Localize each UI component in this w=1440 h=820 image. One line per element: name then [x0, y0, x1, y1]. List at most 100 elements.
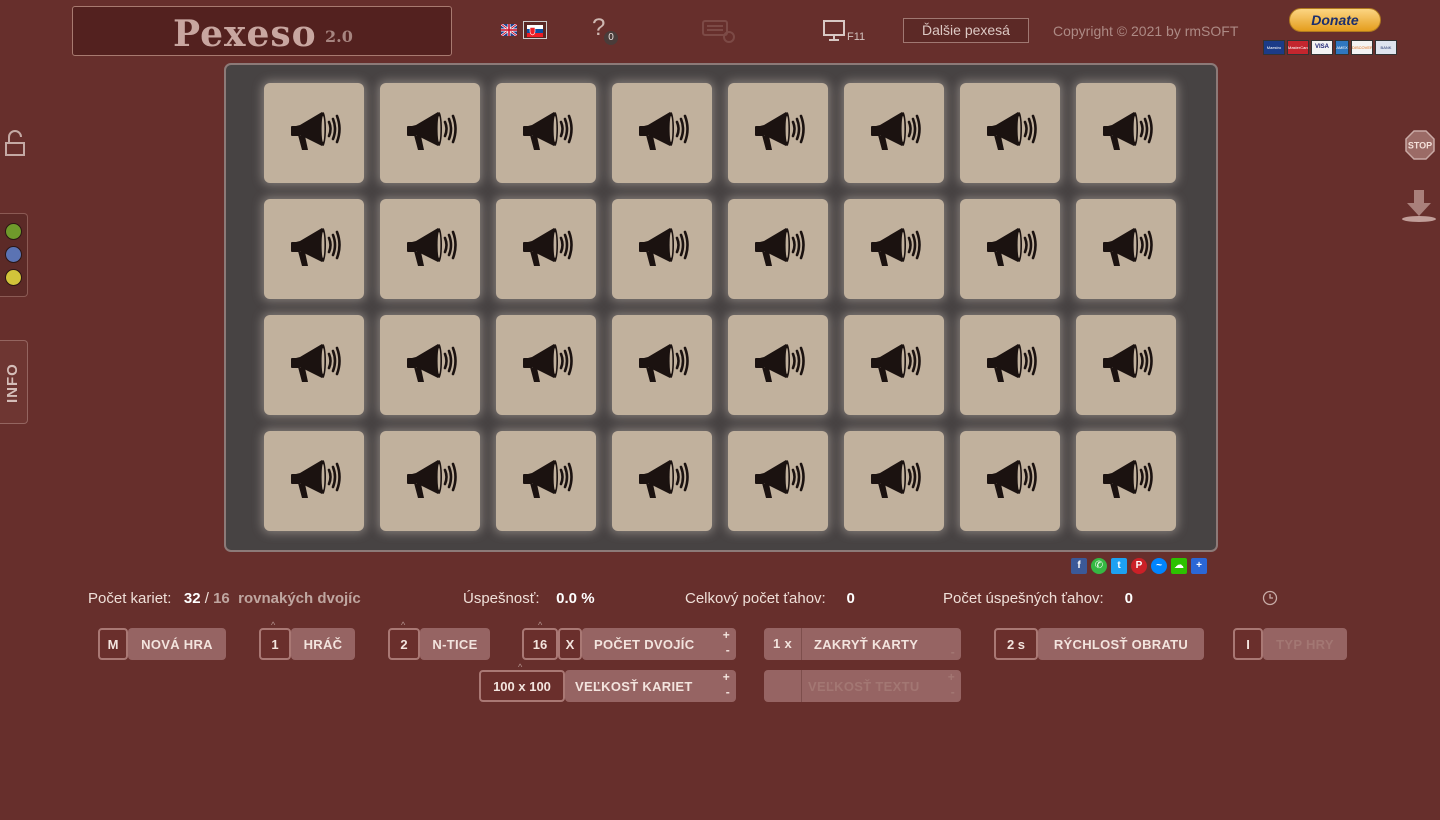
stop-icon[interactable]: STOP — [1405, 130, 1435, 165]
messenger-icon[interactable]: ~ — [1151, 558, 1167, 574]
text-size-button[interactable]: VEĽKOSŤ TEXTU + - — [764, 670, 961, 702]
discover-logo: DISCOVER — [1351, 40, 1373, 55]
lock-icon[interactable] — [4, 130, 26, 163]
player-key[interactable]: 1 — [259, 628, 291, 660]
text-size-plus[interactable]: + — [948, 671, 955, 683]
success-label: Úspešnosť: — [463, 590, 540, 607]
player-button[interactable]: HRÁČ — [291, 628, 355, 660]
card[interactable] — [960, 315, 1060, 415]
card[interactable] — [380, 431, 480, 531]
ntice-button[interactable]: N-TICE — [420, 628, 490, 660]
cover-cards-button[interactable]: 1 x ZAKRYŤ KARTY - — [764, 628, 961, 660]
card[interactable] — [960, 431, 1060, 531]
card[interactable] — [844, 83, 944, 183]
speed-key[interactable]: 2 s — [994, 628, 1038, 660]
fullscreen-key-label: F11 — [847, 31, 866, 43]
card[interactable] — [844, 199, 944, 299]
game-type-key[interactable]: I — [1233, 628, 1263, 660]
success-moves-label: Počet úspešných ťahov: — [943, 590, 1104, 607]
facebook-icon[interactable]: f — [1071, 558, 1087, 574]
card[interactable] — [264, 199, 364, 299]
player-color-green[interactable] — [5, 223, 22, 240]
card[interactable] — [380, 315, 480, 415]
text-size-label: VEĽKOSŤ TEXTU — [808, 678, 920, 694]
card[interactable] — [496, 83, 596, 183]
maestro-logo: Maestro — [1263, 40, 1285, 55]
card[interactable] — [1076, 199, 1176, 299]
pairs-minus[interactable]: - — [726, 644, 730, 656]
card[interactable] — [380, 199, 480, 299]
card[interactable] — [380, 83, 480, 183]
monitor-icon[interactable] — [823, 20, 845, 47]
info-tab[interactable]: INFO — [0, 340, 28, 424]
card[interactable] — [612, 431, 712, 531]
pairs-count-key[interactable]: 16 — [522, 628, 558, 660]
game-type-button[interactable]: TYP HRY — [1263, 628, 1347, 660]
info-tab-label: INFO — [4, 363, 21, 403]
card-size-key[interactable]: 100 x 100 — [479, 670, 565, 702]
new-game-button[interactable]: NOVÁ HRA — [128, 628, 226, 660]
english-flag-icon[interactable] — [500, 23, 518, 37]
slovak-flag-icon[interactable] — [523, 21, 547, 39]
download-icon[interactable] — [1400, 188, 1438, 229]
cards-label: Počet kariet: — [88, 590, 172, 607]
success-stat: Úspešnosť: 0.0 % — [463, 590, 595, 607]
card[interactable] — [728, 315, 828, 415]
pairs-value: 16 — [213, 590, 230, 607]
card[interactable] — [496, 199, 596, 299]
cards-value: 32 — [183, 590, 201, 607]
card[interactable] — [728, 431, 828, 531]
amex-logo: AMEX — [1335, 40, 1349, 55]
visa-logo: VISA — [1311, 40, 1333, 55]
card[interactable] — [728, 83, 828, 183]
card-size-plus[interactable]: + — [723, 671, 730, 683]
card[interactable] — [264, 83, 364, 183]
player-color-blue[interactable] — [5, 246, 22, 263]
cover-cards-key[interactable]: 1 x — [764, 628, 802, 660]
more-games-button[interactable]: Ďalšie pexesá — [903, 18, 1029, 43]
pairs-count-label: POČET DVOJÍC — [594, 636, 695, 652]
cover-cards-minus[interactable]: - — [951, 646, 955, 658]
pairs-label: rovnakých dvojíc — [238, 590, 361, 607]
success-moves-stat: Počet úspešných ťahov: 0 — [943, 590, 1133, 607]
card[interactable] — [1076, 431, 1176, 531]
card[interactable] — [844, 431, 944, 531]
cover-cards-label: ZAKRYŤ KARTY — [814, 636, 919, 652]
card[interactable] — [612, 315, 712, 415]
text-size-minus[interactable]: - — [951, 686, 955, 698]
app-version: 2.0 — [325, 27, 353, 46]
pairs-plus[interactable]: + — [723, 629, 730, 641]
text-size-key[interactable] — [764, 670, 802, 702]
success-value: 0.0 % — [556, 590, 595, 607]
pairs-count-button[interactable]: POČET DVOJÍC + - — [582, 628, 736, 660]
whatsapp-icon[interactable]: ✆ — [1091, 558, 1107, 574]
card[interactable] — [264, 431, 364, 531]
card[interactable] — [496, 431, 596, 531]
card[interactable] — [264, 315, 364, 415]
card[interactable] — [844, 315, 944, 415]
keyboard-icon[interactable] — [702, 18, 736, 49]
pinterest-icon[interactable]: P — [1131, 558, 1147, 574]
more-icon[interactable]: + — [1191, 558, 1207, 574]
game-board — [224, 63, 1218, 552]
card[interactable] — [1076, 83, 1176, 183]
card[interactable] — [1076, 315, 1176, 415]
card[interactable] — [496, 315, 596, 415]
card[interactable] — [612, 199, 712, 299]
ntice-key[interactable]: 2 — [388, 628, 420, 660]
player-color-yellow[interactable] — [5, 269, 22, 286]
twitter-icon[interactable]: t — [1111, 558, 1127, 574]
donate-button[interactable]: Donate — [1289, 8, 1381, 32]
card-size-minus[interactable]: - — [726, 686, 730, 698]
wechat-icon[interactable]: ☁ — [1171, 558, 1187, 574]
speed-button[interactable]: RÝCHLOSŤ OBRATU — [1038, 628, 1204, 660]
card[interactable] — [612, 83, 712, 183]
card-size-button[interactable]: VEĽKOSŤ KARIET + - — [565, 670, 736, 702]
new-game-key[interactable]: M — [98, 628, 128, 660]
card[interactable] — [960, 83, 1060, 183]
card[interactable] — [960, 199, 1060, 299]
card[interactable] — [728, 199, 828, 299]
title-box: Pexeso 2.0 — [72, 6, 452, 56]
clock-icon[interactable] — [1262, 590, 1278, 611]
pairs-x-key[interactable]: X — [558, 628, 582, 660]
